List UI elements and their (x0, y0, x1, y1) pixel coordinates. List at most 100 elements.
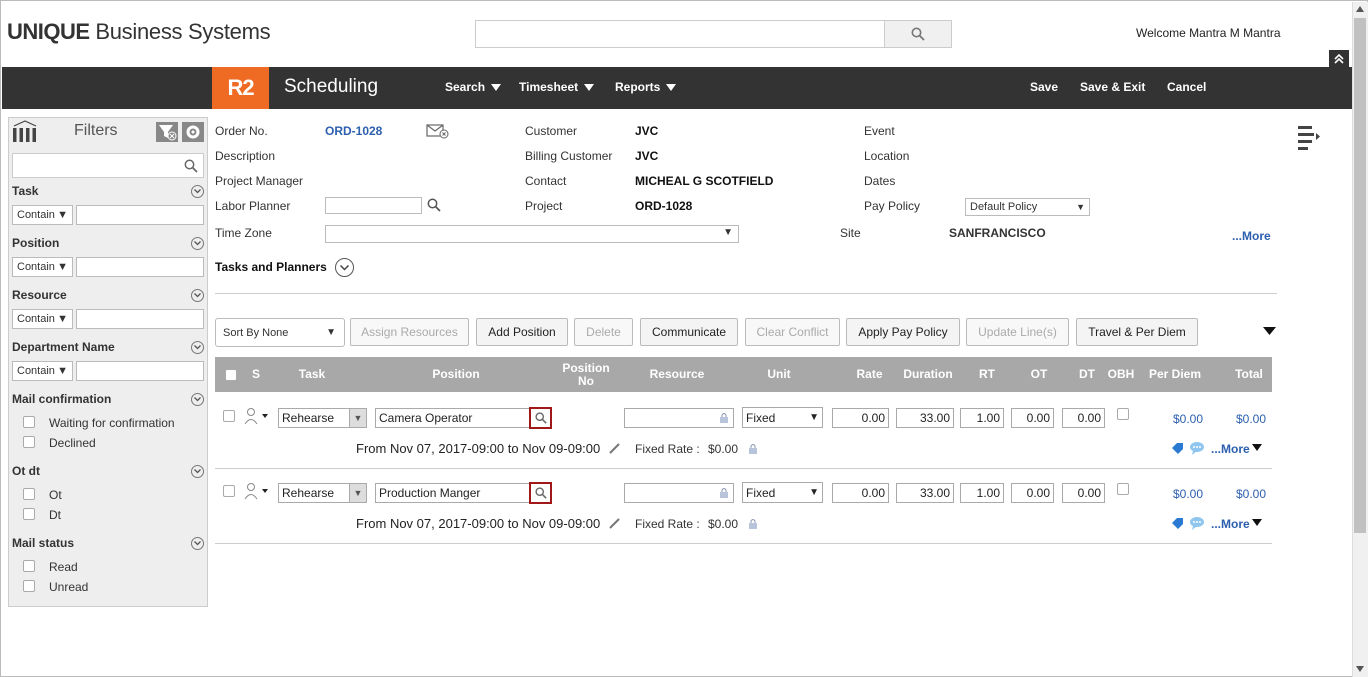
caret-down-icon[interactable] (1252, 519, 1262, 526)
duration-input[interactable]: 33.00 (896, 483, 954, 503)
unit-select[interactable]: Fixed ▼ (742, 407, 823, 428)
clear-filter-icon[interactable] (156, 122, 178, 142)
chevron-down-icon[interactable] (191, 537, 204, 550)
row-more-link[interactable]: ...More (1211, 442, 1250, 456)
chat-icon[interactable] (1189, 441, 1205, 455)
communicate-button[interactable]: Communicate (640, 318, 738, 346)
filter-position-input[interactable] (76, 257, 204, 277)
filter-resource-input[interactable] (76, 309, 204, 329)
update-lines-button[interactable]: Update Line(s) (966, 318, 1069, 346)
per-diem-link[interactable]: $0.00 (1173, 412, 1203, 426)
obh-checkbox[interactable] (1117, 408, 1129, 420)
rt-input[interactable]: 1.00 (960, 483, 1004, 503)
rt-input[interactable]: 1.00 (960, 408, 1004, 428)
lock-icon[interactable] (748, 518, 758, 530)
rate-input[interactable]: 0.00 (832, 483, 889, 503)
travel-per-diem-button[interactable]: Travel & Per Diem (1076, 318, 1198, 346)
columns-icon[interactable] (12, 120, 40, 144)
sort-select[interactable]: Sort By None ▼ (215, 318, 345, 347)
tag-icon[interactable] (1170, 441, 1184, 455)
gear-icon[interactable] (182, 122, 204, 142)
chevron-down-icon[interactable] (191, 341, 204, 354)
read-checkbox[interactable] (23, 560, 35, 572)
ot-input[interactable]: 0.00 (1011, 408, 1054, 428)
person-dropdown-icon[interactable] (243, 407, 269, 425)
chevron-down-icon[interactable] (191, 185, 204, 198)
clear-conflict-button[interactable]: Clear Conflict (745, 318, 840, 346)
caret-down-icon[interactable] (1263, 327, 1276, 336)
filter-department-operator[interactable]: Contain ▼ (12, 361, 73, 381)
save-button[interactable]: Save (1030, 80, 1058, 94)
row-more-link[interactable]: ...More (1211, 517, 1250, 531)
row-checkbox[interactable] (223, 410, 235, 422)
scrollbar-thumb[interactable] (1354, 18, 1366, 533)
mail-icon[interactable] (426, 123, 450, 139)
delete-button[interactable]: Delete (574, 318, 633, 346)
waiting-confirmation-checkbox[interactable] (23, 416, 35, 428)
nav-menu-reports[interactable]: Reports (615, 80, 677, 94)
position-input[interactable]: Production Manger (375, 483, 530, 503)
resource-input[interactable] (624, 483, 734, 503)
order-more-link[interactable]: ...More (1232, 229, 1271, 243)
chevron-down-icon[interactable] (191, 465, 204, 478)
position-input[interactable]: Camera Operator (375, 408, 530, 428)
pencil-icon[interactable] (608, 442, 621, 455)
scroll-down-icon[interactable] (1355, 665, 1365, 673)
row-checkbox[interactable] (223, 485, 235, 497)
add-position-button[interactable]: Add Position (476, 318, 568, 346)
caret-down-icon[interactable] (1252, 444, 1262, 451)
obh-checkbox[interactable] (1117, 483, 1129, 495)
select-all-checkbox[interactable] (225, 369, 237, 381)
declined-checkbox[interactable] (23, 436, 35, 448)
save-exit-button[interactable]: Save & Exit (1080, 80, 1145, 94)
ot-checkbox[interactable] (23, 488, 35, 500)
ot-input[interactable]: 0.00 (1011, 483, 1054, 503)
lock-icon[interactable] (748, 443, 758, 455)
search-icon[interactable] (184, 159, 198, 173)
task-select[interactable]: Rehearse ▼ (278, 483, 367, 503)
pencil-icon[interactable] (608, 517, 621, 530)
pay-policy-select[interactable]: Default Policy ▼ (965, 198, 1090, 216)
assign-resources-button[interactable]: Assign Resources (350, 318, 469, 346)
list-menu-icon[interactable] (1297, 124, 1321, 150)
filter-task-input[interactable] (76, 205, 204, 225)
filter-department-input[interactable] (76, 361, 204, 381)
unit-select[interactable]: Fixed ▼ (742, 482, 823, 503)
position-search-button[interactable] (529, 407, 552, 429)
rate-input[interactable]: 0.00 (832, 408, 889, 428)
filter-resource-operator[interactable]: Contain ▼ (12, 309, 73, 329)
nav-menu-timesheet[interactable]: Timesheet (519, 80, 595, 94)
tag-icon[interactable] (1170, 516, 1184, 530)
chevron-down-icon[interactable] (191, 289, 204, 302)
cancel-button[interactable]: Cancel (1167, 80, 1206, 94)
scroll-up-icon[interactable] (1355, 5, 1365, 13)
nav-menu-search[interactable]: Search (445, 80, 502, 94)
order-no-link[interactable]: ORD-1028 (325, 124, 382, 138)
person-dropdown-icon[interactable] (243, 482, 269, 500)
dt-checkbox[interactable] (23, 508, 35, 520)
task-select[interactable]: Rehearse ▼ (278, 408, 367, 428)
collapse-header-button[interactable] (1329, 50, 1349, 67)
filter-position-operator[interactable]: Contain ▼ (12, 257, 73, 277)
unread-checkbox[interactable] (23, 580, 35, 592)
time-zone-select[interactable]: ▼ (325, 225, 739, 243)
filter-search-input[interactable] (12, 153, 204, 178)
search-icon[interactable] (427, 198, 441, 212)
filter-task-operator[interactable]: Contain ▼ (12, 205, 73, 225)
chat-icon[interactable] (1189, 516, 1205, 530)
chevron-down-icon[interactable] (335, 258, 354, 277)
dt-input[interactable]: 0.00 (1062, 483, 1105, 503)
position-search-button[interactable] (529, 482, 552, 504)
total-link[interactable]: $0.00 (1236, 412, 1266, 426)
chevron-down-icon[interactable] (191, 393, 204, 406)
duration-input[interactable]: 33.00 (896, 408, 954, 428)
global-search-input[interactable] (475, 20, 885, 48)
apply-pay-policy-button[interactable]: Apply Pay Policy (846, 318, 960, 346)
labor-planner-input[interactable] (325, 197, 422, 214)
chevron-down-icon[interactable] (191, 237, 204, 250)
global-search-button[interactable] (884, 20, 952, 48)
per-diem-link[interactable]: $0.00 (1173, 487, 1203, 501)
total-link[interactable]: $0.00 (1236, 487, 1266, 501)
resource-input[interactable] (624, 408, 734, 428)
dt-input[interactable]: 0.00 (1062, 408, 1105, 428)
